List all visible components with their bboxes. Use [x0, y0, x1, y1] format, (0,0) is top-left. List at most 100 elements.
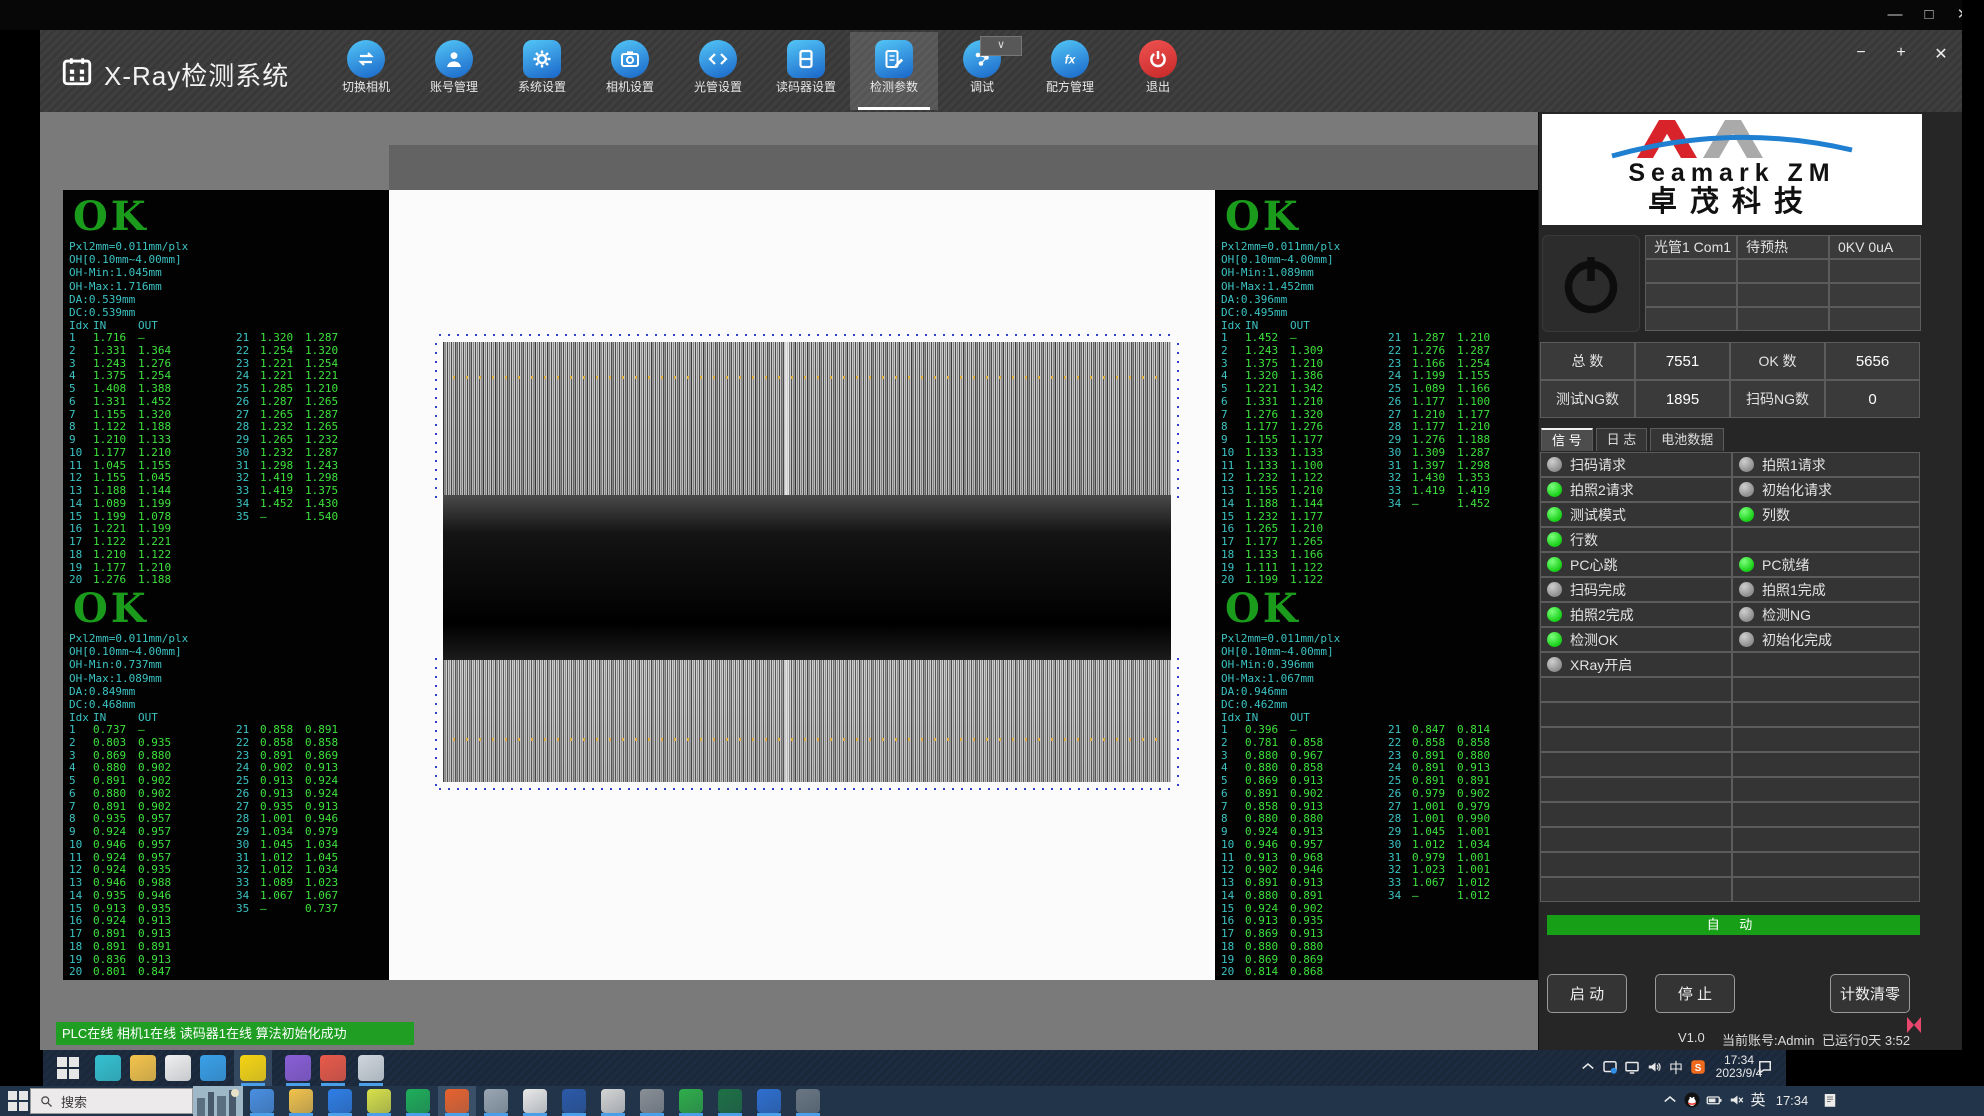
- tray1-sogou-icon[interactable]: S: [1688, 1058, 1708, 1078]
- notepad-icon[interactable]: [523, 1089, 547, 1113]
- led-on-icon: [1547, 507, 1562, 522]
- start-button-local[interactable]: [6, 1089, 30, 1113]
- version-text: V1.0: [1678, 1030, 1705, 1045]
- measurement-row: 100.9460.957: [69, 839, 183, 852]
- tube-status-empty-cell: [1737, 259, 1829, 283]
- toolbar-item-label: 系统设置: [498, 80, 586, 94]
- reset-count-button[interactable]: 计数清零: [1830, 974, 1910, 1013]
- uptime-text: 已运行0天 3:52: [1822, 1030, 1910, 1049]
- tab-active-sidebar[interactable]: 信 号: [1541, 428, 1593, 451]
- xray-image-canvas[interactable]: [389, 190, 1215, 980]
- sogou-input-icon[interactable]: [240, 1055, 266, 1081]
- signal-item: XRay开启: [1540, 652, 1732, 677]
- tray1-remote-session-icon[interactable]: [1600, 1058, 1620, 1078]
- file-explorer-icon[interactable]: [130, 1055, 156, 1081]
- tray2-battery-icon[interactable]: [1704, 1091, 1724, 1111]
- signal-empty-cell: [1732, 702, 1920, 727]
- toolbar-item-swap-camera[interactable]: 切换相机: [322, 32, 410, 110]
- tray1-volume-icon[interactable]: [1644, 1058, 1664, 1078]
- weather-widget[interactable]: [193, 1086, 243, 1116]
- mail-icon[interactable]: [200, 1055, 226, 1081]
- tube-status-empty-cell: [1645, 259, 1737, 283]
- signal-item: 检测OK: [1540, 627, 1732, 652]
- wps-office-icon[interactable]: [320, 1055, 346, 1081]
- tray2-notes-icon[interactable]: [1820, 1091, 1840, 1111]
- signal-label: XRay开启: [1570, 655, 1632, 675]
- tab-sidebar[interactable]: 电池数据: [1650, 428, 1724, 451]
- toolbar-item-label: 账号管理: [410, 80, 498, 94]
- folder-icon[interactable]: [289, 1089, 313, 1113]
- remote-maximize-button[interactable]: □: [1912, 0, 1946, 30]
- toolbar-item-gear[interactable]: 系统设置: [498, 32, 586, 110]
- toolbar-item-fx[interactable]: fx配方管理: [1026, 32, 1114, 110]
- tray1-action-center-icon[interactable]: [1755, 1058, 1775, 1078]
- app-minimize-button[interactable]: −: [1848, 44, 1874, 64]
- kingsoft-app-icon[interactable]: [285, 1055, 311, 1081]
- signal-empty-cell: [1540, 802, 1732, 827]
- tube-status-empty-cell: [1829, 307, 1921, 331]
- system-monitor-icon[interactable]: [484, 1089, 508, 1113]
- remote-minimize-button[interactable]: —: [1878, 0, 1912, 30]
- measure-guide-right: [1177, 338, 1179, 498]
- tab-sidebar[interactable]: 日 志: [1596, 428, 1648, 451]
- measurement-row: 301.0451.034: [236, 839, 350, 852]
- start-button[interactable]: [55, 1055, 81, 1081]
- tray2-clock[interactable]: 17:34: [1770, 1093, 1814, 1108]
- toolbar-item-power[interactable]: 退出: [1114, 32, 1202, 110]
- tray1-chevron-up-icon[interactable]: [1578, 1058, 1598, 1078]
- xftp-icon[interactable]: [250, 1089, 274, 1113]
- signal-label: PC心跳: [1570, 555, 1617, 575]
- tray1-network-icon[interactable]: [1622, 1058, 1642, 1078]
- signal-item: 初始化完成: [1732, 627, 1920, 652]
- stop-button[interactable]: 停 止: [1655, 974, 1735, 1013]
- tube-status-cell: 光管1 Com1: [1645, 235, 1737, 259]
- ide-icon[interactable]: [796, 1089, 820, 1113]
- excel-icon[interactable]: [718, 1089, 742, 1113]
- remote-desktop-titlebar: — □ ✕: [0, 0, 1984, 30]
- signal-label: 扫码完成: [1570, 580, 1626, 600]
- signal-item: PC心跳: [1540, 552, 1732, 577]
- start-button[interactable]: 启 动: [1547, 974, 1627, 1013]
- qc-tool-icon[interactable]: [406, 1089, 430, 1113]
- qq-music-icon[interactable]: [367, 1089, 391, 1113]
- signal-empty-cell: [1732, 827, 1920, 852]
- app-maximize-button[interactable]: +: [1888, 44, 1914, 64]
- signal-empty-cell: [1540, 877, 1732, 902]
- seamark-app-icon[interactable]: [445, 1089, 469, 1113]
- ms-store-icon[interactable]: [165, 1055, 191, 1081]
- measurement-row: 260.9130.924: [236, 788, 350, 801]
- wechat-dev-icon[interactable]: [640, 1089, 664, 1113]
- counter-label: 总 数: [1540, 342, 1635, 380]
- signal-item: PC就绪: [1732, 552, 1920, 577]
- search-input[interactable]: 搜索: [30, 1088, 193, 1114]
- photos-app-icon[interactable]: [358, 1055, 384, 1081]
- app-close-button[interactable]: ✕: [1928, 44, 1954, 64]
- toolbar-item-camera[interactable]: 相机设置: [586, 32, 674, 110]
- tray1-ime-indicator[interactable]: 中: [1666, 1058, 1686, 1078]
- signal-empty-cell: [1732, 777, 1920, 802]
- tray2-ime-indicator[interactable]: 英: [1748, 1091, 1768, 1111]
- edge-browser-icon[interactable]: [95, 1055, 121, 1081]
- toolbar-chevron-down-icon[interactable]: ∨: [980, 36, 1022, 56]
- tray2-chevron-up-icon[interactable]: [1660, 1091, 1680, 1111]
- signal-item: 拍照2请求: [1540, 477, 1732, 502]
- search-tool-icon[interactable]: [601, 1089, 625, 1113]
- tray2-qq-icon[interactable]: [1682, 1091, 1702, 1111]
- blue-doc-icon[interactable]: [757, 1089, 781, 1113]
- toolbar-item-reader[interactable]: 读码器设置: [762, 32, 850, 110]
- xray-power-button[interactable]: [1542, 235, 1640, 332]
- signal-item: 初始化请求: [1732, 477, 1920, 502]
- measurement-row: 221.2541.320: [236, 345, 350, 358]
- led-off-icon: [1547, 657, 1562, 672]
- measurement-row: 181.1331.166: [1221, 549, 1335, 562]
- toolbar-item-params[interactable]: 检测参数: [850, 32, 938, 110]
- led-off-icon: [1739, 582, 1754, 597]
- led-on-icon: [1547, 482, 1562, 497]
- browser-icon[interactable]: [328, 1089, 352, 1113]
- toolbar-item-code[interactable]: 光管设置: [674, 32, 762, 110]
- word-doc-icon[interactable]: [562, 1089, 586, 1113]
- tray2-volume-muted-icon[interactable]: [1726, 1091, 1746, 1111]
- measurement-row: 341.4521.430: [236, 498, 350, 511]
- toolbar-item-user[interactable]: 账号管理: [410, 32, 498, 110]
- green-tool-icon[interactable]: [679, 1089, 703, 1113]
